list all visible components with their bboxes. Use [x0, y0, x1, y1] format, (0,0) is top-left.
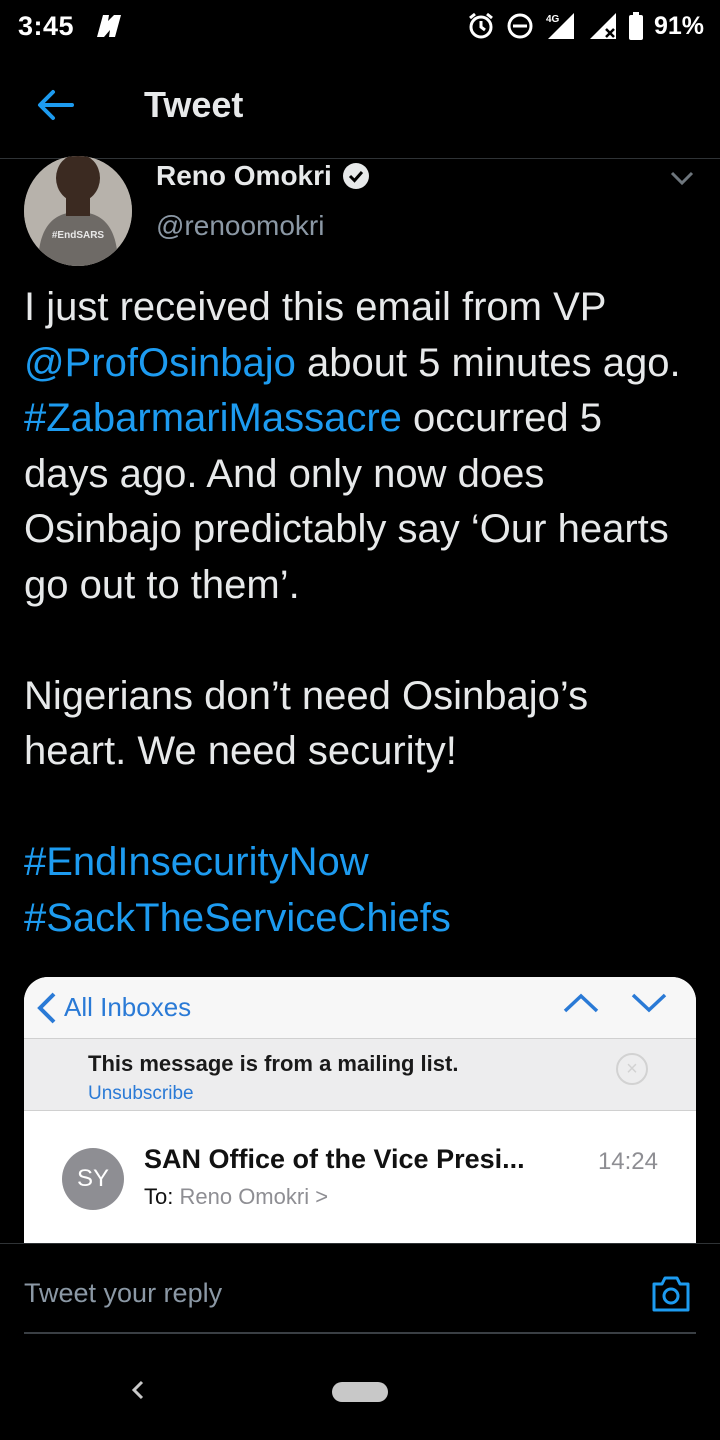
email-time: 14:24: [597, 1148, 658, 1175]
tweet-menu-button[interactable]: [666, 162, 698, 194]
mailing-list-banner: This message is from a mailing list. Uns…: [24, 1039, 696, 1111]
tweet-media-image[interactable]: All Inboxes This message is from a maili…: [24, 977, 696, 1243]
camera-button[interactable]: [650, 1274, 692, 1314]
tweet-header: #EndSARS Reno Omokri @renoomokri: [0, 156, 720, 268]
unsubscribe-link: Unsubscribe: [88, 1083, 194, 1104]
reply-input[interactable]: Tweet your reply: [24, 1278, 222, 1309]
to-name: Reno Omokri >: [179, 1184, 329, 1209]
page-title: Tweet: [144, 84, 244, 125]
all-inboxes-back: All Inboxes: [36, 991, 191, 1025]
author-handle[interactable]: @renoomokri: [156, 210, 324, 242]
email-recipient: To: Reno Omokri >: [144, 1184, 328, 1210]
text-segment: I just received this email from VP: [24, 285, 606, 329]
tweet-text: I just received this email from VP @Prof…: [24, 280, 696, 946]
status-bar: 3:45 4G 91%: [0, 0, 720, 52]
author-name-text: Reno Omokri: [156, 160, 332, 191]
to-label: To:: [144, 1184, 174, 1209]
alarm-icon: [466, 11, 496, 41]
svg-text:#EndSARS: #EndSARS: [52, 230, 105, 241]
app-bar: Tweet: [0, 52, 720, 158]
system-back-button[interactable]: [124, 1376, 152, 1404]
sender-name: SAN Office of the Vice Presi...: [144, 1144, 525, 1174]
hashtag-link[interactable]: #ZabarmariMassacre: [24, 396, 402, 440]
arrow-left-icon: [38, 90, 74, 120]
verified-badge-icon: [342, 163, 369, 189]
hashtag-link[interactable]: #SackTheServiceChiefs: [24, 896, 451, 940]
chevron-up-icon: [563, 993, 599, 1013]
chevron-down-icon: [670, 171, 694, 186]
all-inboxes-label: All Inboxes: [64, 992, 192, 1022]
sender-avatar: SY: [62, 1148, 124, 1210]
app-notification-icon: [94, 13, 124, 39]
chevron-down-icon: [631, 993, 667, 1013]
mention-link[interactable]: @ProfOsinbajo: [24, 341, 296, 385]
home-pill[interactable]: [332, 1382, 388, 1402]
email-arrows: [562, 991, 668, 1015]
battery-percent: 91%: [653, 11, 704, 40]
status-time: 3:45: [18, 10, 75, 41]
reply-bar: Tweet your reply: [0, 1243, 720, 1334]
banner-title: This message is from a mailing list.: [88, 1051, 459, 1076]
tweet-paragraph-2: Nigerians don’t need Osinbajo’s heart. W…: [24, 673, 589, 774]
reply-underline: [24, 1332, 696, 1334]
system-nav-bar: [0, 1340, 720, 1440]
do-not-disturb-icon: [506, 12, 534, 40]
battery-icon: [628, 11, 644, 41]
hashtag-link[interactable]: #EndInsecurityNow: [24, 840, 369, 884]
signal-4g-icon: 4G: [544, 11, 578, 41]
svg-text:4G: 4G: [546, 14, 560, 25]
chevron-left-icon: [37, 992, 56, 1023]
author-name[interactable]: Reno Omokri: [156, 160, 370, 192]
avatar[interactable]: #EndSARS: [24, 156, 132, 266]
tweet-paragraph-1: I just received this email from VP @Prof…: [24, 280, 696, 613]
chevron-left-icon: [131, 1380, 144, 1400]
camera-icon: [652, 1276, 690, 1312]
close-icon: ×: [616, 1053, 648, 1085]
text-segment: about 5 minutes ago.: [295, 340, 681, 385]
email-header: SY SAN Office of the Vice Presi... 14:24…: [24, 1112, 696, 1243]
email-nav-bar: All Inboxes: [24, 977, 696, 1039]
back-button[interactable]: [0, 52, 110, 158]
signal-no-service-icon: [588, 11, 618, 41]
